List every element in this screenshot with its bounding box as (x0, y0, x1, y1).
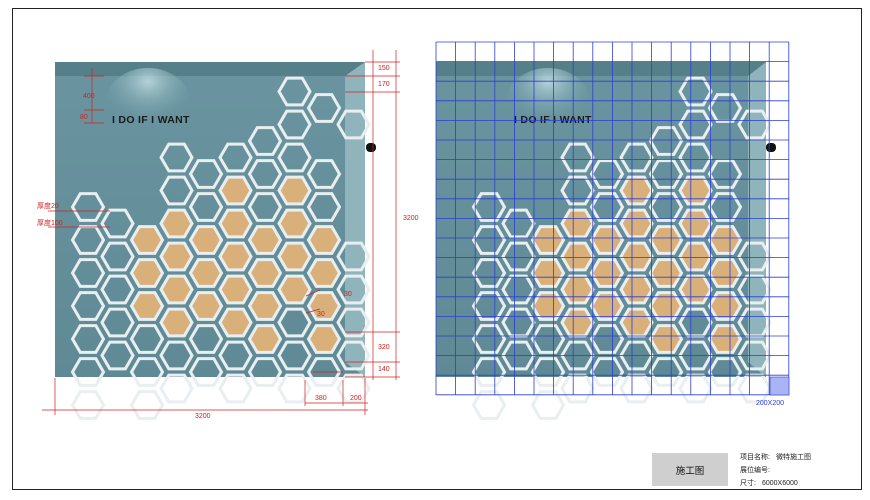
hexagon-shelf-wood (648, 258, 684, 288)
project-name-label: 项目名称: (740, 454, 770, 461)
booth-number-label: 展位编号: (740, 467, 770, 474)
hexagon-shelf-wood (707, 225, 743, 255)
right-grid-panel: I DO IF I WANT 200X200 (435, 41, 790, 420)
hexagon-shelf-wood (560, 307, 595, 338)
top-ceiling-band (55, 62, 365, 76)
dim-80: 80 (80, 114, 88, 121)
size-row: 尺寸: 6000X6000 (740, 478, 798, 488)
hexagon-shelf-wood (306, 258, 342, 288)
hexagon-shelf-wood (560, 208, 595, 239)
grid-unit-label: 200X200 (756, 400, 784, 407)
hexagon-shelf-wood (619, 208, 654, 239)
hexagon-shelf (560, 373, 595, 404)
project-name-value: 微特施工图 (775, 454, 811, 461)
hexagon-shelf-wood (707, 324, 743, 354)
hexagon-shelf-wood (129, 258, 165, 288)
dim-3200-width: 3200 (195, 413, 211, 420)
hexagon-shelf-wood (159, 274, 194, 305)
dim-170: 170 (378, 81, 390, 88)
grid-unit-highlight (769, 376, 790, 396)
hexagon-shelf-wood (648, 324, 684, 354)
size-label: 尺寸: (740, 480, 756, 487)
hexagon-shelf-wood (159, 307, 194, 338)
project-name-row: 项目名称: 微特施工图 (740, 452, 811, 462)
booth-number-row: 展位编号: (740, 465, 776, 475)
hexagon-shelf-wood (619, 274, 654, 305)
hexagon-shelf-wood (707, 258, 743, 288)
hexagon-shelf (530, 390, 566, 420)
hexagon-shelf-wood (560, 241, 595, 272)
hexagon-shelf-wood (247, 291, 283, 321)
hexagon-shelf-wood (277, 208, 312, 239)
hexagon-shelf-wood (306, 324, 342, 354)
left-elevation-panel: I DO IF I WANT 150 170 3200 320 140 400 … (37, 50, 419, 420)
dim-320: 320 (378, 344, 390, 351)
hexagon-shelf (619, 373, 654, 404)
stamp-label: 施工图 (652, 453, 728, 486)
hexagon-shelf-wood (129, 291, 165, 321)
hexagon-shelf-wood (218, 274, 253, 305)
right-side-wall-grid-view (748, 62, 766, 377)
right-side-wall (345, 62, 365, 377)
hexagon-shelf (471, 390, 507, 420)
hexagon-shelf-wood (678, 274, 713, 305)
thickness-100-label: 厚度100 (37, 218, 63, 227)
hexagon-shelf-wood (218, 175, 253, 206)
hexagon-shelf-wood (530, 225, 566, 255)
hexagon-shelf (129, 390, 165, 420)
dim-140: 140 (378, 366, 390, 373)
hexagon-shelf-wood (589, 258, 625, 288)
brand-text: I DO IF I WANT (112, 114, 190, 126)
hexagon-shelf-wood (306, 225, 342, 255)
dim-380: 380 (315, 395, 327, 402)
hexagon-shelf-wood (188, 225, 224, 255)
wall-fixture-grid-view (766, 143, 776, 152)
hexagon-shelf-wood (218, 241, 253, 272)
dim-30-b: 30 (317, 311, 325, 318)
wall-fixture (366, 143, 376, 152)
top-ceiling-band-grid-view (436, 62, 766, 76)
hexagon-shelf-wood (277, 274, 312, 305)
hexagon-shelf-wood (277, 175, 312, 206)
hexagon-shelf-wood (129, 225, 165, 255)
hexagon-shelf-wood (589, 225, 625, 255)
hexagon-shelf-wood (188, 258, 224, 288)
hexagon-shelf-wood (648, 225, 684, 255)
dim-400: 400 (83, 93, 95, 100)
hexagon-shelf-wood (159, 241, 194, 272)
hexagon-shelf-wood (247, 258, 283, 288)
thickness-20-label: 厚度20 (37, 201, 59, 210)
hexagon-shelf-wood (619, 175, 654, 206)
hexagon-shelf-wood (277, 241, 312, 272)
hexagon-shelf-wood (247, 324, 283, 354)
dim-150: 150 (378, 65, 390, 72)
hexagon-shelf-wood (619, 241, 654, 272)
hexagon-shelf-wood (218, 208, 253, 239)
hexagon-shelf (737, 373, 772, 404)
hexagon-shelf (159, 373, 194, 404)
hexagon-shelf-wood (530, 258, 566, 288)
dim-30-a: 30 (344, 291, 352, 298)
hexagon-shelf (218, 373, 253, 404)
hexagon-shelf-wood (678, 208, 713, 239)
hexagon-shelf-wood (678, 175, 713, 206)
hexagon-shelf (678, 373, 713, 404)
hexagon-shelf-wood (218, 307, 253, 338)
hexagon-shelf-wood (678, 241, 713, 272)
dim-3200-height: 3200 (403, 215, 419, 222)
hexagon-shelf-wood (188, 291, 224, 321)
title-block: 施工图 项目名称: 微特施工图 展位编号: 尺寸: 6000X6000 (652, 452, 862, 490)
hexagon-shelf (70, 390, 106, 420)
dim-200: 200 (350, 395, 362, 402)
size-value: 6000X6000 (761, 480, 798, 487)
hexagon-shelf-wood (560, 274, 595, 305)
construction-drawing: I DO IF I WANT 150 170 3200 320 140 400 … (37, 41, 790, 420)
hexagon-shelf-wood (159, 208, 194, 239)
hexagon-shelf-wood (619, 307, 654, 338)
hexagon-shelf-wood (247, 225, 283, 255)
